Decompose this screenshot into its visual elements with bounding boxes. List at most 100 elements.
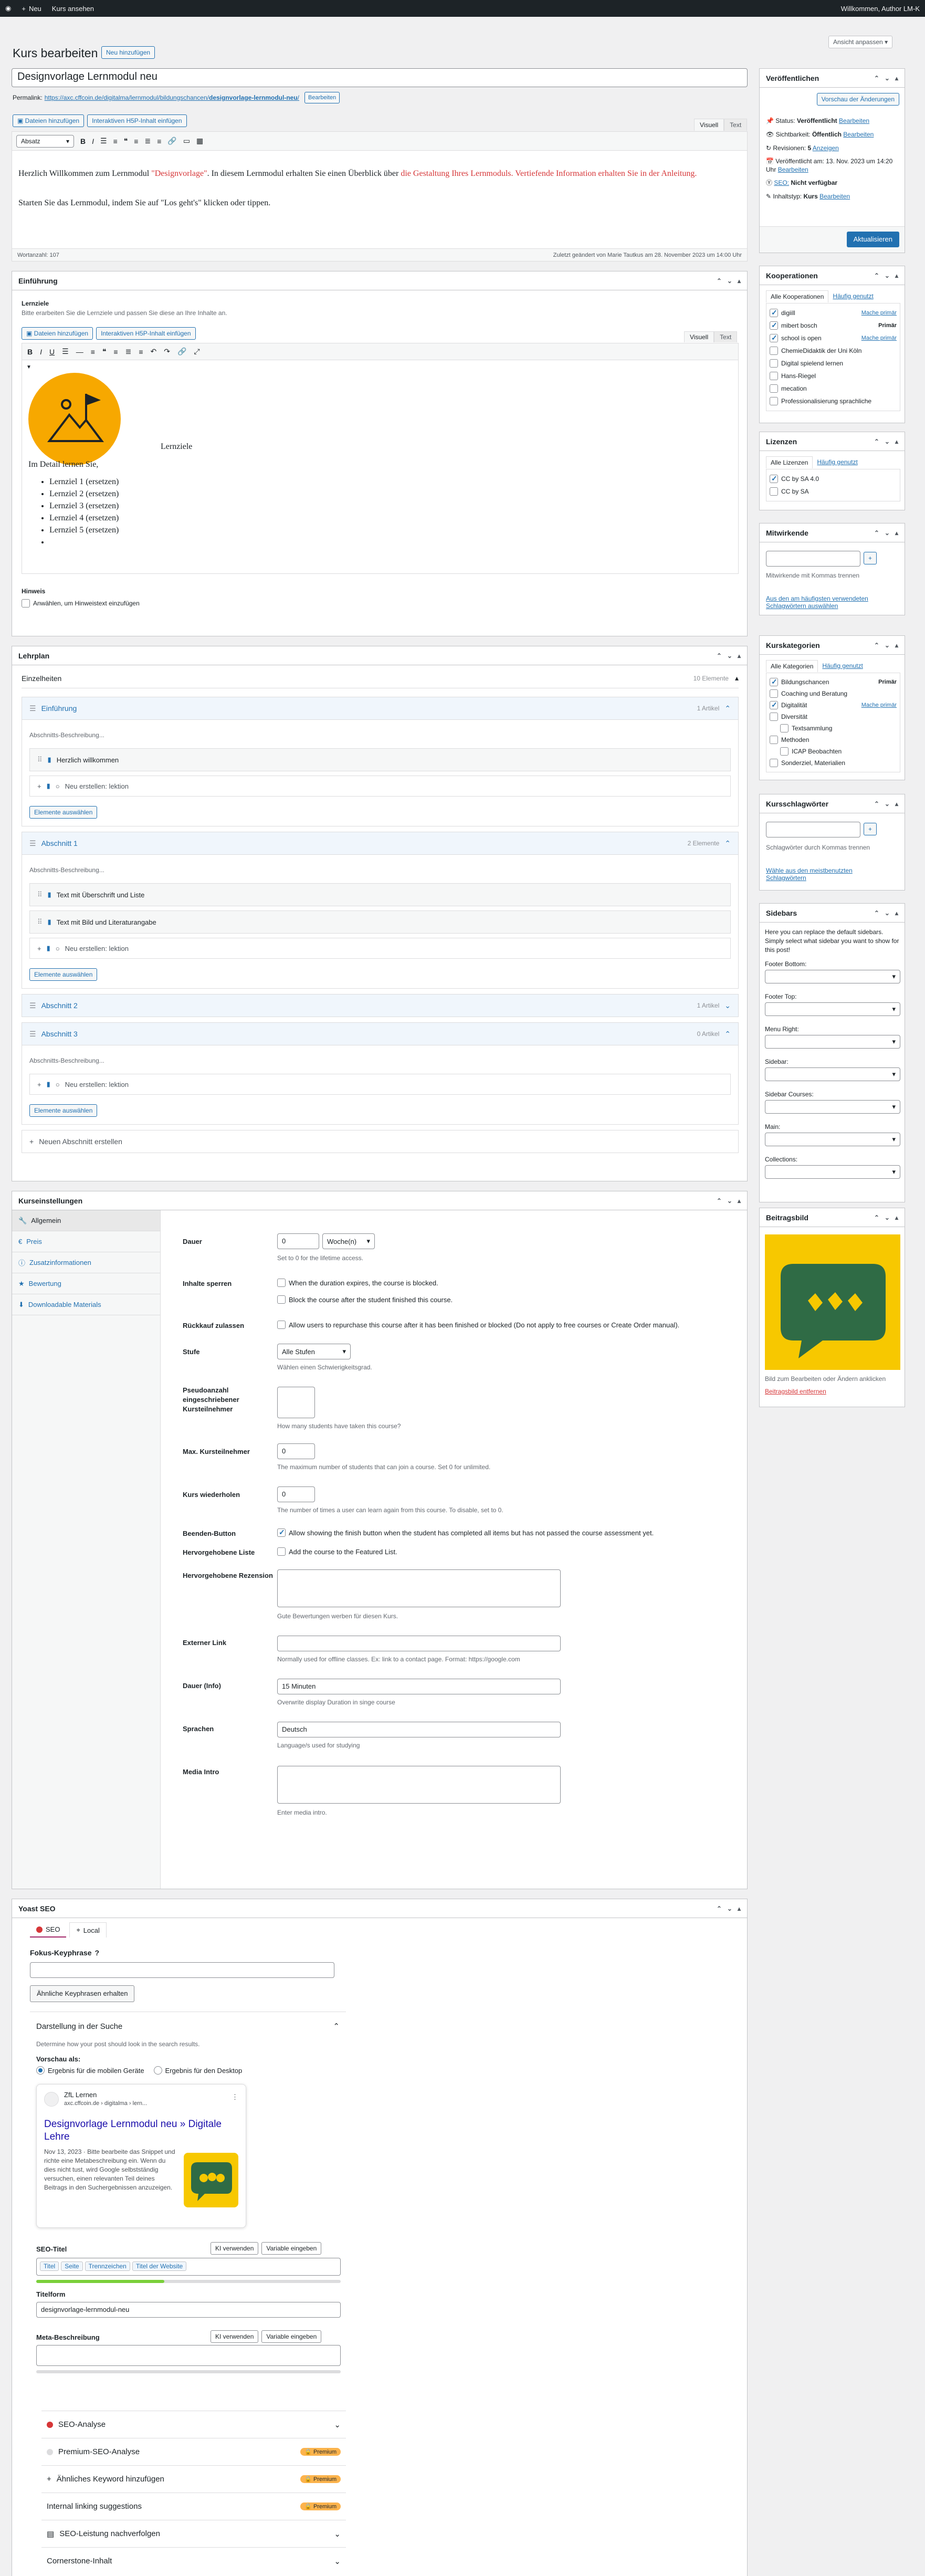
licenses-header[interactable]: Lizenzen ⌃ ⌄ ▴ <box>760 432 905 451</box>
align-left-icon[interactable]: ≡ <box>134 137 138 145</box>
new-lesson-row[interactable]: + ▮ ○ Neu erstellen: lektion <box>29 938 731 959</box>
settings-tab-3[interactable]: ★ Bewertung <box>12 1273 160 1294</box>
move-down-icon[interactable]: ⌄ <box>727 1197 732 1205</box>
collapse-icon[interactable]: ▴ <box>895 438 898 445</box>
settings-tab-0[interactable]: 🔧 Allgemein <box>12 1210 160 1231</box>
finish-button-row[interactable]: Allow showing the finish button when the… <box>277 1528 654 1537</box>
contributors-add-button[interactable]: + <box>864 552 877 564</box>
cooperation-checkbox[interactable] <box>770 321 778 330</box>
numbered-list-icon[interactable]: ≡ <box>113 137 118 145</box>
cooperation-checkbox[interactable] <box>770 359 778 368</box>
intro-add-h5p-button[interactable]: Interaktiven H5P-Inhalt einfügen <box>96 327 196 340</box>
editor-content[interactable]: Herzlich Willkommen zum Lernmodul "Desig… <box>12 151 747 210</box>
section-header[interactable]: ☰ Einführung 1 Artikel ⌃ <box>22 697 739 720</box>
cooperation-item[interactable]: school is openMache primär <box>770 332 897 344</box>
view-course-link[interactable]: Kurs ansehen <box>47 0 99 17</box>
drag-handle-icon[interactable]: ⠿ <box>37 891 43 899</box>
meta-variable-button[interactable]: Variable eingeben <box>261 2330 322 2343</box>
tags-add-button[interactable]: + <box>864 823 877 835</box>
cooperation-checkbox[interactable] <box>770 372 778 380</box>
retake-input[interactable]: 0 <box>277 1486 315 1502</box>
new-section-row[interactable]: + Neuen Abschnitt erstellen <box>22 1130 739 1153</box>
section-description[interactable]: Abschnitts-Beschreibung... <box>29 725 731 748</box>
move-up-icon[interactable]: ⌃ <box>874 272 879 279</box>
tags-input[interactable] <box>766 822 860 837</box>
collapse-all-icon[interactable]: ▴ <box>735 674 739 683</box>
category-checkbox[interactable] <box>770 689 778 698</box>
cooperation-item[interactable]: Hans-Riegel <box>770 370 897 382</box>
licenses-tab-all[interactable]: Alle Lizenzen <box>766 456 813 468</box>
contributors-header[interactable]: Mitwirkende ⌃ ⌄ ▴ <box>760 523 905 542</box>
type-edit-link[interactable]: Bearbeiten <box>819 193 850 200</box>
drag-handle-icon[interactable]: ☰ <box>29 704 36 713</box>
move-down-icon[interactable]: ⌄ <box>885 1214 890 1221</box>
move-up-icon[interactable]: ⌃ <box>874 909 879 917</box>
collapse-icon[interactable]: ▴ <box>738 277 741 285</box>
drag-handle-icon[interactable]: ⠿ <box>37 756 43 764</box>
similar-keyphrases-button[interactable]: Ähnliche Keyphrasen erhalten <box>30 1985 135 2002</box>
make-primary-link[interactable]: Mache primär <box>861 310 897 316</box>
strikethrough-icon[interactable]: — <box>76 348 83 356</box>
bold-icon[interactable]: B <box>27 348 33 356</box>
preview-mobile-radio[interactable]: Ergebnis für die mobilen Geräte <box>36 2066 144 2075</box>
move-down-icon[interactable]: ⌄ <box>885 800 890 808</box>
align-right-icon[interactable]: ≡ <box>157 137 161 145</box>
select-items-button[interactable]: Elemente auswählen <box>29 968 98 981</box>
cooperations-header[interactable]: Kooperationen ⌃ ⌄ ▴ <box>760 266 905 285</box>
chevron-down-icon[interactable]: ⌄ <box>724 1001 731 1010</box>
move-up-icon[interactable]: ⌃ <box>717 1905 722 1912</box>
cooperation-checkbox[interactable] <box>770 333 778 342</box>
move-down-icon[interactable]: ⌄ <box>727 277 732 285</box>
cornerstone-row[interactable]: Cornerstone-Inhalt ⌄ <box>41 2547 346 2574</box>
featured-checkbox[interactable] <box>277 1547 286 1556</box>
underline-icon[interactable]: U <box>49 348 55 356</box>
sidebar-field-select[interactable]: ▾ <box>765 1067 900 1081</box>
quote-icon[interactable]: ❝ <box>102 347 107 356</box>
hint-checkbox-row[interactable]: Anwählen, um Hinweistext einzufügen <box>22 599 140 608</box>
move-up-icon[interactable]: ⌃ <box>874 642 879 649</box>
bullet-list-icon[interactable]: ☰ <box>100 137 107 145</box>
license-item[interactable]: CC by SA 4.0 <box>770 473 897 485</box>
move-up-icon[interactable]: ⌃ <box>874 800 879 808</box>
fake-students-input[interactable] <box>277 1387 315 1418</box>
sidebar-field-select[interactable]: ▾ <box>765 1035 900 1049</box>
drag-handle-icon[interactable]: ⠿ <box>37 918 43 926</box>
seo-link[interactable]: SEO: <box>774 179 789 186</box>
revisions-show-link[interactable]: Anzeigen <box>813 144 839 152</box>
categories-tab-all[interactable]: Alle Kategorien <box>766 660 818 672</box>
select-items-button[interactable]: Elemente auswählen <box>29 1104 98 1117</box>
drag-handle-icon[interactable]: ☰ <box>29 1030 36 1039</box>
featured-review-textarea[interactable] <box>277 1569 561 1607</box>
cooperation-item[interactable]: mibert boschPrimär <box>770 319 897 332</box>
collapse-icon[interactable]: ▴ <box>895 272 898 279</box>
permalink-link[interactable]: https://axc.cffcoin.de/digitalma/lernmod… <box>45 94 299 101</box>
category-item[interactable]: Sonderziel, Materialien <box>770 757 897 769</box>
category-item[interactable]: Textsammlung <box>770 722 897 734</box>
move-down-icon[interactable]: ⌄ <box>885 75 890 82</box>
move-up-icon[interactable]: ⌃ <box>717 277 722 285</box>
category-item[interactable]: DigitalitätMache primär <box>770 699 897 711</box>
course-settings-header[interactable]: Kurseinstellungen ⌃ ⌄ ▴ <box>12 1191 747 1210</box>
cooperations-tab-frequent[interactable]: Häufig genutzt <box>828 290 877 302</box>
cooperations-tab-all[interactable]: Alle Kooperationen <box>766 290 829 302</box>
settings-tab-2[interactable]: ⓘ Zusatzinformationen <box>12 1252 160 1273</box>
align-left-icon[interactable]: ≡ <box>113 348 118 356</box>
repurchase-checkbox[interactable] <box>277 1321 286 1329</box>
languages-input[interactable]: Deutsch <box>277 1722 561 1737</box>
category-checkbox[interactable] <box>780 747 789 756</box>
featured-image-header[interactable]: Beitragsbild ⌃ ⌄ ▴ <box>760 1208 905 1227</box>
move-down-icon[interactable]: ⌄ <box>885 642 890 649</box>
preview-changes-button[interactable]: Vorschau der Änderungen <box>816 93 899 106</box>
chevron-up-icon[interactable]: ⌃ <box>724 839 731 848</box>
intro-box-header[interactable]: Einführung ⌃ ⌄ ▴ <box>12 271 747 290</box>
license-checkbox[interactable] <box>770 474 778 483</box>
collapse-icon[interactable]: ▴ <box>895 909 898 917</box>
yoast-tab-local[interactable]: ⌖ Local <box>69 1922 107 1938</box>
block-opt1-row[interactable]: When the duration expires, the course is… <box>277 1279 438 1287</box>
section-header[interactable]: ☰ Abschnitt 30 Artikel ⌃ <box>22 1022 739 1045</box>
collapse-icon[interactable]: ▴ <box>738 652 741 659</box>
premium-seo-analysis-row[interactable]: Premium-SEO-Analyse 🔒 Premium <box>41 2438 346 2465</box>
category-item[interactable]: Methoden <box>770 734 897 746</box>
toolbar-toggle-icon[interactable]: ▦ <box>196 137 203 145</box>
meta-description-input[interactable] <box>36 2345 341 2366</box>
